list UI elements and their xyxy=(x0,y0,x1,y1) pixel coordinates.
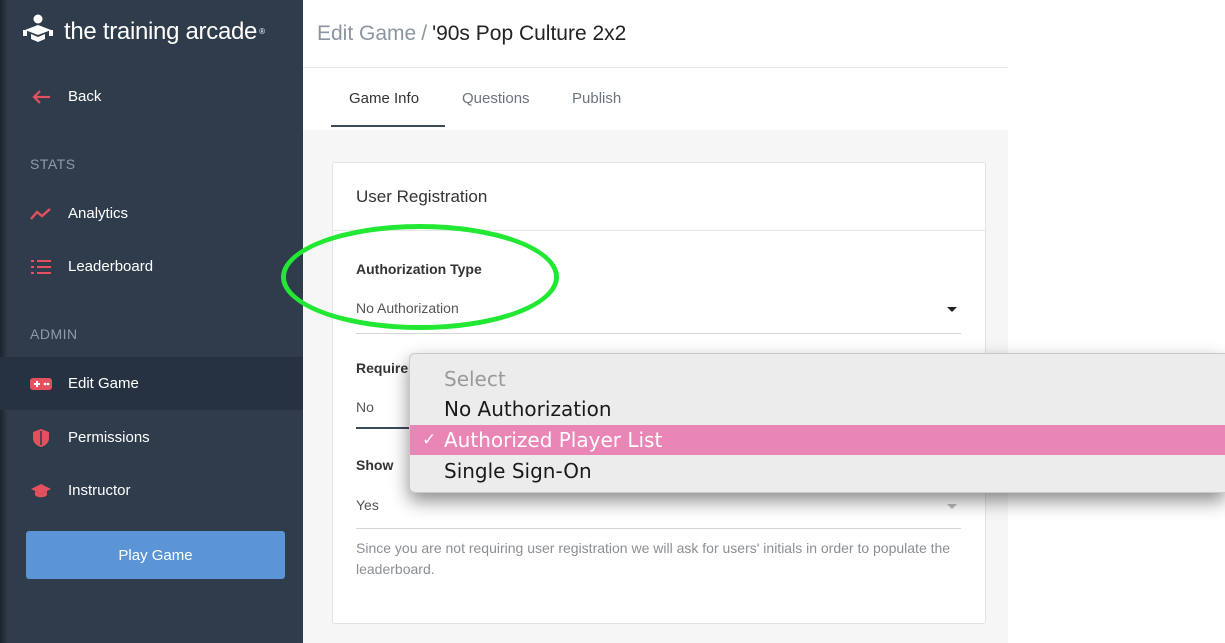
graduation-cap-icon xyxy=(30,481,52,501)
page-header: Edit Game / '90s Pop Culture 2x2 xyxy=(303,0,1008,68)
analytics-icon xyxy=(30,204,52,224)
tab-bar: Game Info Questions Publish xyxy=(303,68,1008,130)
require-registration-label: Require xyxy=(356,360,409,376)
chevron-down-icon[interactable] xyxy=(947,504,957,509)
sidebar-item-label: Instructor xyxy=(68,482,131,499)
tab-game-info[interactable]: Game Info xyxy=(349,90,419,107)
breadcrumb-edit-game[interactable]: Edit Game xyxy=(317,22,416,46)
dropdown-option-no-authorization[interactable]: No Authorization xyxy=(410,394,1225,424)
chevron-down-icon[interactable] xyxy=(947,307,957,312)
back-label: Back xyxy=(68,88,102,105)
arcade-logo-icon xyxy=(22,14,54,49)
brand-logo[interactable]: the training arcade ® xyxy=(22,14,265,49)
dropdown-option-authorized-player-list[interactable]: ✓ Authorized Player List xyxy=(410,425,1225,455)
checkmark-icon: ✓ xyxy=(422,430,437,450)
sidebar: the training arcade ® Back STATS Analyti… xyxy=(0,0,303,643)
registration-help-text: Since you are not requiring user registr… xyxy=(356,540,951,577)
section-label-stats: STATS xyxy=(30,156,76,172)
active-tab-indicator xyxy=(331,125,445,127)
section-label-admin: ADMIN xyxy=(30,326,78,342)
show-field-select[interactable]: Yes xyxy=(356,497,379,513)
annotation-ellipse xyxy=(281,224,559,330)
breadcrumb-separator: / xyxy=(421,21,428,45)
dropdown-option-single-sign-on[interactable]: Single Sign-On xyxy=(410,456,1225,486)
show-field-underline xyxy=(356,528,961,529)
sidebar-item-edit-game[interactable]: Edit Game xyxy=(0,357,303,410)
sidebar-item-leaderboard[interactable]: Leaderboard xyxy=(0,240,303,293)
card-title: User Registration xyxy=(356,187,488,206)
back-link[interactable]: Back xyxy=(0,70,303,123)
sidebar-item-label: Permissions xyxy=(68,429,150,446)
authorization-type-dropdown: Select No Authorization ✓ Authorized Pla… xyxy=(409,353,1225,493)
require-registration-select[interactable]: No xyxy=(356,399,374,415)
sidebar-item-permissions[interactable]: Permissions xyxy=(0,411,303,464)
dropdown-option-label: Authorized Player List xyxy=(444,428,663,452)
gamepad-icon xyxy=(30,374,52,394)
sidebar-item-instructor[interactable]: Instructor xyxy=(0,464,303,517)
leaderboard-icon xyxy=(30,257,52,277)
page-title: '90s Pop Culture 2x2 xyxy=(432,21,627,45)
brand-reg-mark: ® xyxy=(259,27,266,36)
sidebar-item-label: Analytics xyxy=(68,205,129,222)
sidebar-item-analytics[interactable]: Analytics xyxy=(0,187,303,240)
sidebar-item-label: Edit Game xyxy=(68,375,139,392)
authorization-type-underline xyxy=(356,333,961,334)
brand-name: the training arcade xyxy=(64,17,258,45)
show-field-label: Show xyxy=(356,457,394,473)
sidebar-item-label: Leaderboard xyxy=(68,258,154,275)
play-game-button[interactable]: Play Game xyxy=(26,531,285,579)
arrow-left-icon xyxy=(30,87,52,107)
dropdown-option-select: Select xyxy=(444,367,506,391)
shield-icon xyxy=(30,428,52,448)
tab-questions[interactable]: Questions xyxy=(462,90,530,107)
tab-publish[interactable]: Publish xyxy=(572,90,621,107)
